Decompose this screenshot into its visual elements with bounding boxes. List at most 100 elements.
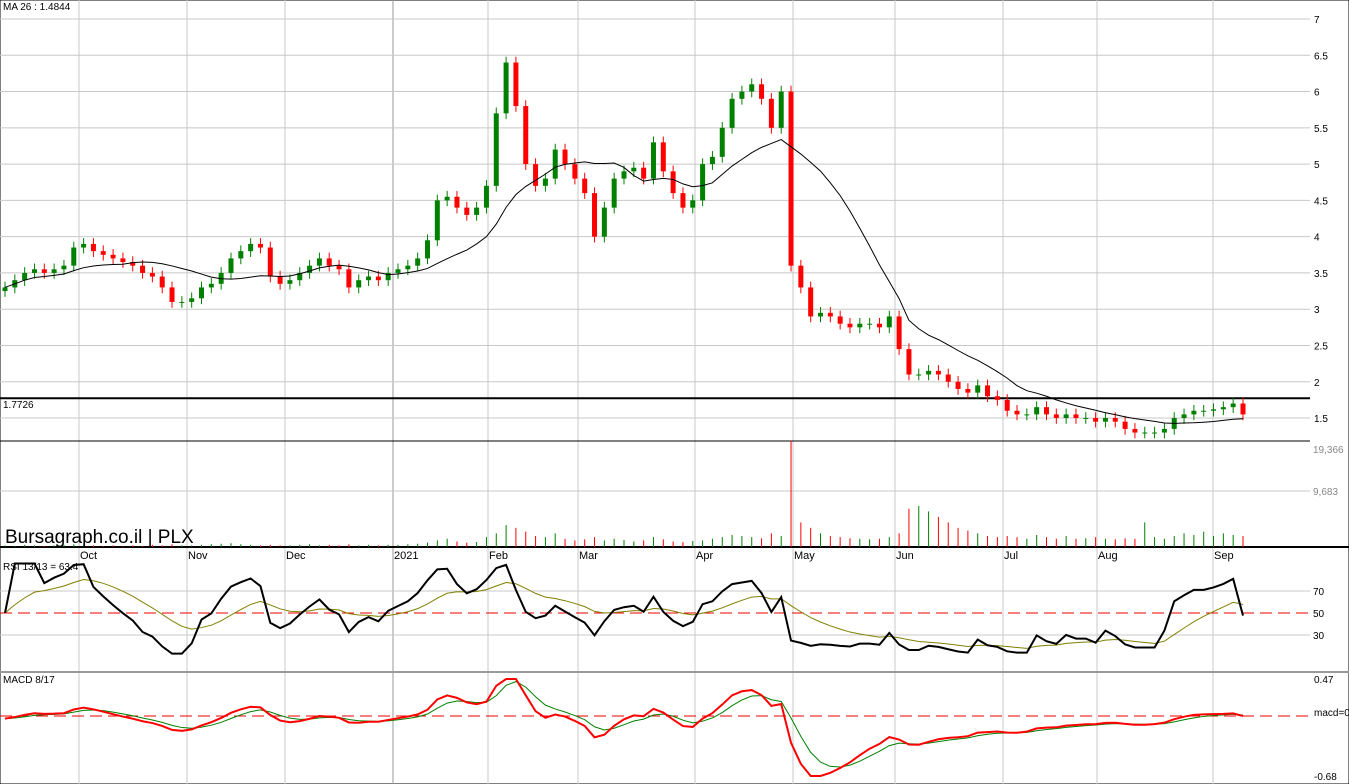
candle-body [336, 265, 342, 270]
candle-body [975, 385, 981, 393]
candle-body [424, 240, 430, 259]
candle-body [1053, 414, 1059, 419]
candle-body [552, 149, 558, 179]
candle-body [267, 247, 273, 277]
candle-body [1211, 409, 1217, 411]
candle-body [1073, 414, 1079, 419]
chart-frame [0, 0, 1349, 784]
candle-body [788, 91, 794, 266]
price-tick: 6.5 [1314, 51, 1328, 62]
candle-body [847, 323, 853, 328]
candle-body [483, 185, 489, 208]
candle-body [542, 178, 548, 186]
candle-body [729, 98, 735, 128]
candle-body [1093, 418, 1099, 422]
candle-body [994, 396, 1000, 400]
rsi-label: RSI 13/13 = 63.4 [3, 562, 79, 573]
candle-body [444, 196, 450, 201]
candle-body [523, 106, 529, 165]
candle-body [90, 243, 96, 252]
candle-body [916, 374, 922, 376]
candle-body [454, 196, 460, 208]
candle-body [61, 265, 67, 270]
candle-body [1112, 418, 1118, 422]
candle-body [2, 287, 8, 292]
candle-body [415, 258, 421, 266]
volume-tick: 19,366 [1313, 445, 1344, 456]
candle-body [326, 258, 332, 266]
candle-body [1083, 418, 1089, 420]
chart-svg: MA 26 : 1.4844 1.7726 Bursagraph.co.il |… [0, 0, 1349, 784]
candle-body [1004, 399, 1010, 411]
macd-tick: -0.68 [1314, 772, 1337, 783]
candle-body [749, 84, 755, 92]
candle-body [1024, 414, 1030, 416]
candle-body [827, 312, 833, 317]
candle-body [1191, 410, 1197, 415]
candle-body [208, 283, 214, 288]
candle-body [1102, 418, 1108, 422]
price-tick: 5.5 [1314, 124, 1328, 135]
candle-body [493, 113, 499, 186]
candle-body [1132, 428, 1138, 433]
candle-body [690, 200, 696, 208]
candle-body [926, 370, 932, 375]
candle-body [1230, 403, 1236, 408]
price-tick: 4 [1314, 233, 1320, 244]
candle-body [287, 280, 293, 284]
price-tick: 4.5 [1314, 196, 1328, 207]
candle-body [405, 265, 411, 270]
price-tick: 2 [1314, 378, 1320, 389]
candle-body [248, 243, 254, 252]
month-label: Jul [1004, 550, 1018, 562]
candle-body [346, 269, 352, 288]
month-label: Apr [696, 550, 713, 562]
candle-body [1122, 421, 1128, 429]
candle-body [719, 127, 725, 157]
volume-tick: 9,683 [1313, 487, 1338, 498]
candle-body [759, 84, 765, 99]
price-tick: 5 [1314, 160, 1320, 171]
candle-body [464, 207, 470, 215]
candle-body [199, 287, 205, 299]
candle-body [474, 207, 480, 215]
candle-body [257, 243, 263, 248]
candle-body [601, 207, 607, 237]
candle-body [356, 280, 362, 288]
candle-body [149, 272, 155, 277]
month-label: Dec [286, 550, 306, 562]
candle-body [985, 385, 991, 397]
candle-body [582, 178, 588, 194]
candle-body [631, 167, 637, 172]
candle-body [228, 258, 234, 273]
month-label: Oct [80, 550, 97, 562]
stock-chart: MA 26 : 1.4844 1.7726 Bursagraph.co.il |… [0, 0, 1349, 784]
candle-body [965, 389, 971, 393]
candle-body [238, 251, 244, 259]
month-label: Mar [579, 550, 598, 562]
price-tick: 3.5 [1314, 269, 1328, 280]
candle-body [1220, 407, 1226, 410]
candle-body [110, 254, 116, 259]
candle-body [1240, 403, 1246, 415]
candle-body [867, 323, 873, 325]
candle-body [51, 269, 57, 273]
candle-body [1063, 414, 1069, 419]
candle-body [1142, 432, 1148, 434]
price-tick: 2.5 [1314, 341, 1328, 352]
candle-body [434, 200, 440, 241]
candle-body [906, 349, 912, 375]
candle-body [896, 316, 902, 350]
brand-label: Bursagraph.co.il | PLX [5, 527, 194, 548]
rsi-tick: 30 [1313, 631, 1325, 642]
candle-body [513, 62, 519, 107]
month-label: Feb [489, 550, 508, 562]
rsi-tick: 70 [1313, 587, 1325, 598]
candle-body [641, 167, 647, 179]
candle-body [1043, 407, 1049, 415]
macd-tick: 0.47 [1314, 675, 1334, 686]
candle-body [1034, 407, 1040, 415]
candle-body [1161, 428, 1167, 433]
macd-label: MACD 8/17 [3, 675, 55, 686]
hline-label: 1.7726 [3, 400, 34, 411]
